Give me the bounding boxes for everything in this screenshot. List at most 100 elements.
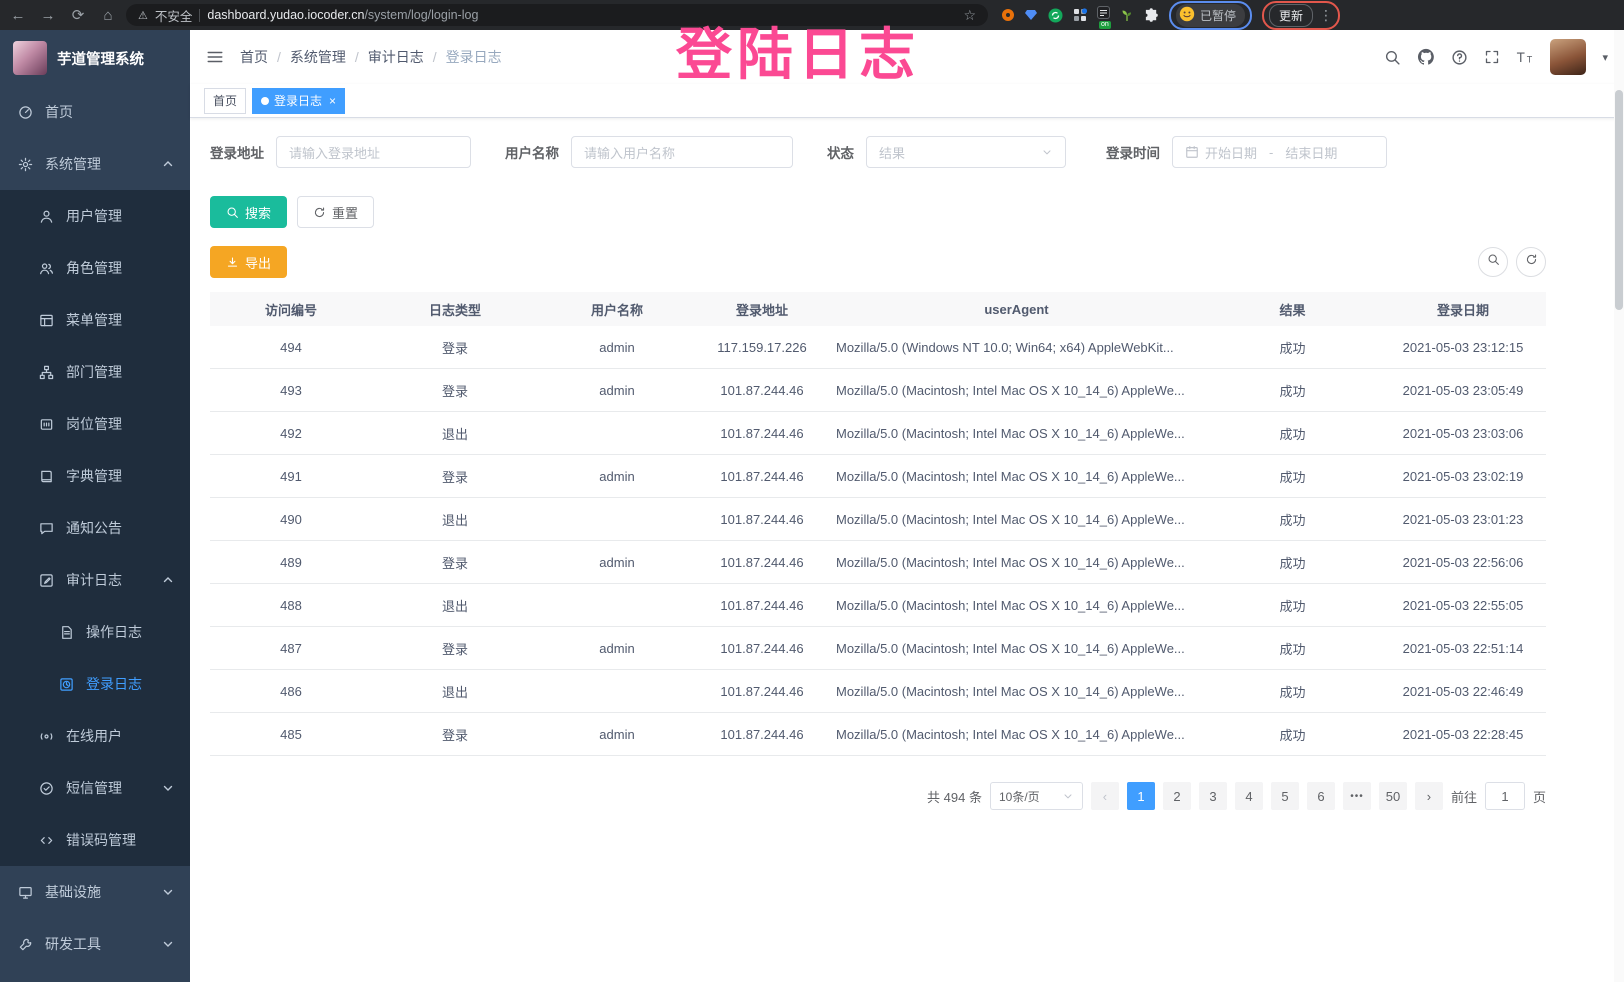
green-sync-icon[interactable]: [1048, 8, 1063, 23]
cell-login-date: 2021-05-03 23:05:49: [1380, 383, 1546, 398]
page-button-6[interactable]: 6: [1307, 782, 1335, 810]
tag-active[interactable]: 登录日志×: [252, 88, 345, 114]
sidebar-item-tool[interactable]: 研发工具: [0, 918, 190, 970]
prev-page-button[interactable]: ‹: [1091, 782, 1119, 810]
status-select[interactable]: 结果: [866, 136, 1066, 168]
search-icon: [1487, 253, 1500, 271]
sidebar-item-notice[interactable]: 通知公告: [0, 502, 190, 554]
sidebar-item-dashboard[interactable]: 首页: [0, 86, 190, 138]
pagination-total: 共 494 条: [927, 787, 982, 806]
scrollbar-thumb[interactable]: [1615, 90, 1623, 310]
breadcrumb-item[interactable]: 审计日志: [368, 47, 424, 67]
sidebar-menu: 首页系统管理用户管理角色管理菜单管理部门管理岗位管理字典管理通知公告审计日志操作…: [0, 86, 190, 970]
toggle-search-button[interactable]: [1478, 247, 1508, 277]
cell-login-address: 101.87.244.46: [696, 469, 828, 484]
help-icon[interactable]: [1451, 49, 1468, 66]
grid-icon[interactable]: [1073, 8, 1087, 22]
tag-item[interactable]: 首页: [204, 88, 246, 114]
sidebar-item-login-log[interactable]: 登录日志: [0, 658, 190, 710]
page-button-3[interactable]: 3: [1199, 782, 1227, 810]
goto-page-input[interactable]: 1: [1485, 782, 1525, 810]
user-avatar[interactable]: [1550, 39, 1586, 75]
username-label: 用户名称: [505, 142, 559, 162]
chevron-down-icon: [162, 782, 174, 794]
tab-manager-icon[interactable]: on: [1097, 6, 1110, 24]
cell-log-type: 退出: [372, 682, 538, 701]
reload-icon[interactable]: ⟳: [70, 6, 86, 24]
close-icon[interactable]: ×: [329, 94, 336, 108]
chevron-up-icon: [162, 574, 174, 586]
browser-chrome: ← → ⟳ ⌂ ⚠ 不安全 dashboard.yudao.iocoder.cn…: [0, 0, 1624, 30]
cell-result: 成功: [1205, 381, 1380, 400]
browser-menu-icon[interactable]: ⋮: [1319, 7, 1333, 24]
orange-ring-icon[interactable]: [1002, 9, 1014, 21]
sidebar-item-online[interactable]: 在线用户: [0, 710, 190, 762]
sidebar-item-gear[interactable]: 系统管理: [0, 138, 190, 190]
sidebar-item-code[interactable]: 错误码管理: [0, 814, 190, 866]
sprout-icon[interactable]: [1120, 8, 1134, 22]
bookmark-star-icon[interactable]: ☆: [963, 7, 976, 24]
search-button[interactable]: 搜索: [210, 196, 287, 228]
chevron-down-icon[interactable]: ▾: [1602, 51, 1608, 64]
font-size-icon[interactable]: TT: [1516, 48, 1534, 66]
page-button-2[interactable]: 2: [1163, 782, 1191, 810]
cell-user-agent: Mozilla/5.0 (Macintosh; Intel Mac OS X 1…: [828, 641, 1205, 656]
hamburger-icon[interactable]: [206, 48, 224, 66]
breadcrumb-separator: /: [277, 49, 281, 65]
back-icon[interactable]: ←: [10, 7, 26, 24]
sidebar-item-audit[interactable]: 审计日志: [0, 554, 190, 606]
page-scrollbar[interactable]: [1614, 30, 1624, 982]
sidebar-item-dict[interactable]: 字典管理: [0, 450, 190, 502]
svg-text:T: T: [1517, 50, 1525, 65]
forward-icon[interactable]: →: [40, 7, 56, 24]
breadcrumb-separator: /: [355, 49, 359, 65]
table-row: 487登录admin101.87.244.46Mozilla/5.0 (Maci…: [210, 627, 1546, 670]
profile-paused-chip[interactable]: 已暂停: [1176, 4, 1245, 27]
search-icon: [226, 206, 239, 219]
sidebar-item-menu[interactable]: 菜单管理: [0, 294, 190, 346]
page-button-5[interactable]: 5: [1271, 782, 1299, 810]
cell-visit-id: 492: [210, 426, 372, 441]
sidebar-item-user[interactable]: 用户管理: [0, 190, 190, 242]
sidebar-item-label: 菜单管理: [66, 310, 122, 330]
cell-result: 成功: [1205, 682, 1380, 701]
page-size-select[interactable]: 10条/页: [990, 782, 1083, 810]
reset-button[interactable]: 重置: [297, 196, 374, 228]
sidebar-item-sms[interactable]: 短信管理: [0, 762, 190, 814]
puzzle-icon[interactable]: [1144, 8, 1159, 23]
fullscreen-icon[interactable]: [1484, 49, 1500, 65]
update-button[interactable]: 更新: [1269, 4, 1313, 27]
cell-visit-id: 487: [210, 641, 372, 656]
refresh-table-button[interactable]: [1516, 247, 1546, 277]
next-page-button[interactable]: ›: [1415, 782, 1443, 810]
sidebar-item-peoples[interactable]: 角色管理: [0, 242, 190, 294]
sidebar-item-label: 审计日志: [66, 570, 122, 590]
page-button-4[interactable]: 4: [1235, 782, 1263, 810]
search-icon[interactable]: [1384, 49, 1401, 66]
username-input[interactable]: 请输入用户名称: [571, 136, 793, 168]
page-ellipsis[interactable]: •••: [1343, 782, 1371, 810]
tag-label: 首页: [213, 92, 237, 109]
breadcrumb-item[interactable]: 首页: [240, 47, 268, 67]
cell-result: 成功: [1205, 725, 1380, 744]
sidebar-item-form[interactable]: 操作日志: [0, 606, 190, 658]
page-button-50[interactable]: 50: [1379, 782, 1407, 810]
home-icon[interactable]: ⌂: [100, 7, 116, 24]
sidebar-item-infra[interactable]: 基础设施: [0, 866, 190, 918]
github-icon[interactable]: [1417, 48, 1435, 66]
page-button-1[interactable]: 1: [1127, 782, 1155, 810]
column-header-login-date: 登录日期: [1380, 300, 1546, 319]
address-bar[interactable]: ⚠ 不安全 dashboard.yudao.iocoder.cn/system/…: [126, 4, 988, 26]
sidebar-item-tree[interactable]: 部门管理: [0, 346, 190, 398]
login-address-input[interactable]: 请输入登录地址: [276, 136, 471, 168]
login-time-range-picker[interactable]: 开始日期 - 结束日期: [1172, 136, 1387, 168]
blue-gem-icon[interactable]: [1024, 8, 1038, 22]
app-logo[interactable]: 芋道管理系统: [0, 30, 190, 86]
dashboard-icon: [17, 105, 33, 120]
breadcrumb-item: 登录日志: [446, 47, 502, 67]
refresh-icon: [313, 206, 326, 219]
sidebar-item-post[interactable]: 岗位管理: [0, 398, 190, 450]
refresh-icon: [1525, 253, 1538, 271]
breadcrumb-item[interactable]: 系统管理: [290, 47, 346, 67]
export-button[interactable]: 导出: [210, 246, 287, 278]
